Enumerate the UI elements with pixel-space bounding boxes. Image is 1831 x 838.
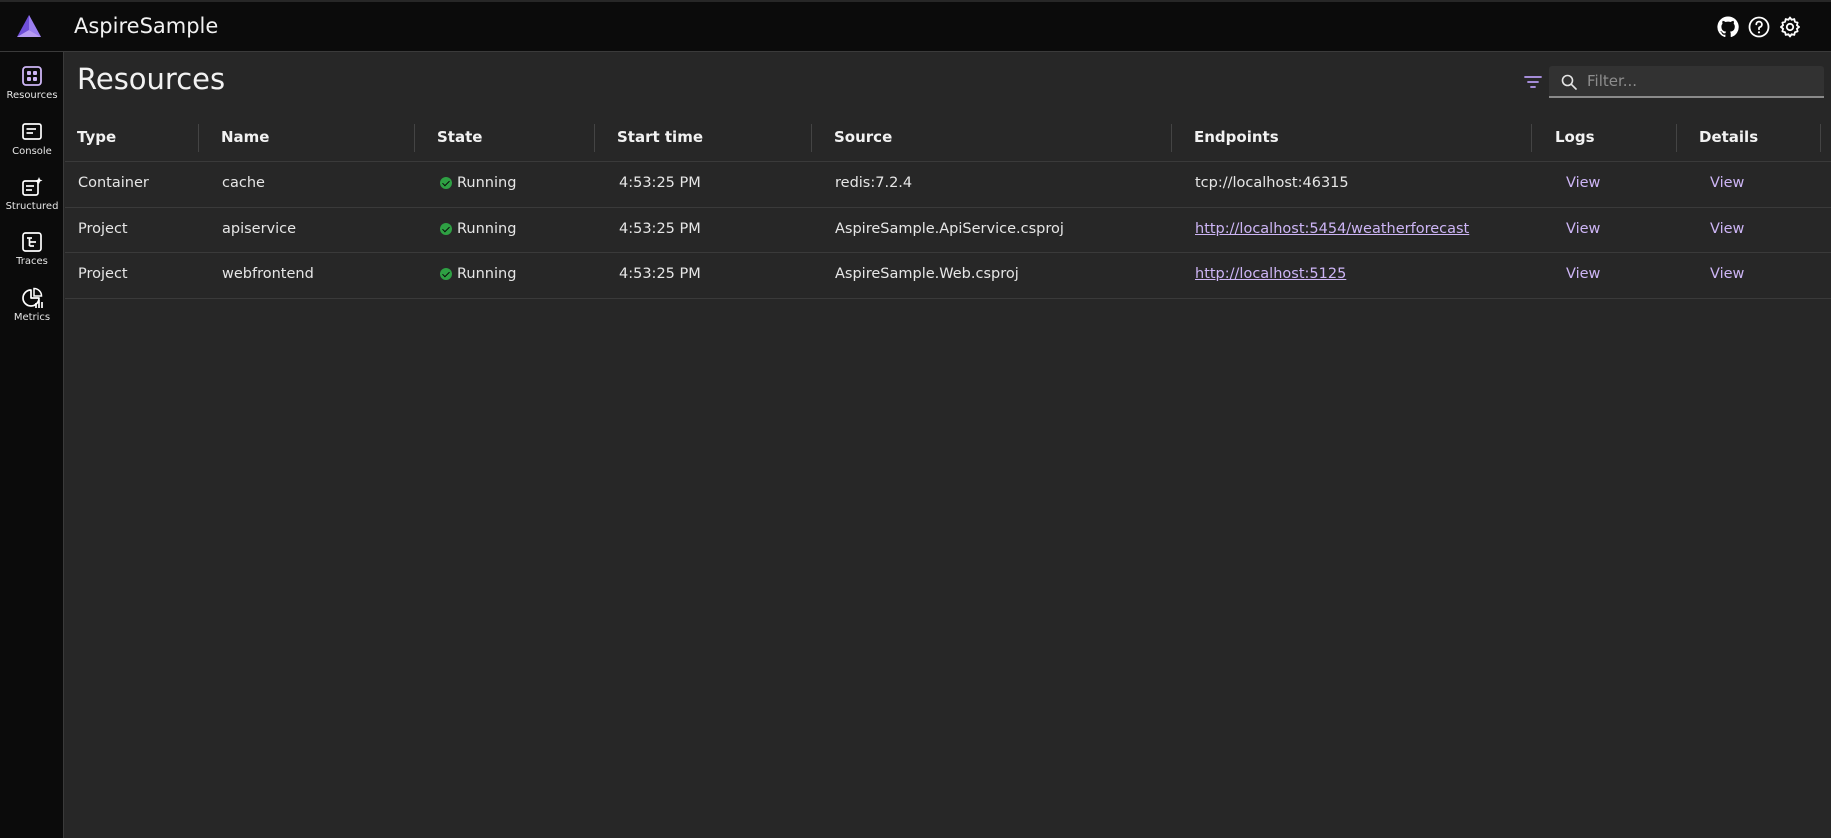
cell-name: cache [222, 175, 265, 191]
cell-name: webfrontend [222, 266, 314, 282]
logs-view-link[interactable]: View [1566, 221, 1600, 237]
cell-type: Project [78, 266, 128, 282]
endpoint-link[interactable]: http://localhost:5125 [1195, 266, 1346, 282]
sidebar-item-label: Resources [6, 90, 58, 101]
table-row: Project webfrontend Running 4:53:25 PM A… [65, 253, 1831, 299]
column-header-name[interactable]: Name [221, 128, 269, 146]
cell-start-time: 4:53:25 PM [619, 175, 701, 191]
column-divider[interactable] [1676, 124, 1677, 152]
cell-start-time: 4:53:25 PM [619, 220, 701, 237]
sidebar-item-metrics[interactable]: Metrics [0, 278, 64, 330]
column-header-source[interactable]: Source [834, 128, 892, 146]
sidebar: Resources Console Structured Traces Metr… [0, 52, 64, 838]
cell-state: Running [440, 175, 516, 191]
column-divider[interactable] [811, 124, 812, 152]
column-header-details[interactable]: Details [1699, 128, 1758, 146]
sidebar-item-label: Console [12, 146, 52, 157]
cell-source: AspireSample.ApiService.csproj [835, 220, 1064, 237]
running-status-icon [440, 268, 452, 280]
traces-icon [22, 232, 42, 252]
cell-type: Container [78, 175, 149, 191]
resources-icon [22, 66, 42, 86]
column-header-logs[interactable]: Logs [1555, 128, 1595, 146]
app-title: AspireSample [74, 14, 219, 38]
details-view-link[interactable]: View [1710, 266, 1744, 282]
structured-icon [22, 177, 43, 196]
filter-icon[interactable] [1523, 72, 1543, 92]
sidebar-item-label: Structured [5, 201, 59, 212]
endpoint-link[interactable]: http://localhost:5454/weatherforecast [1195, 221, 1469, 237]
cell-start-time: 4:53:25 PM [619, 266, 701, 282]
sidebar-item-label: Metrics [13, 312, 51, 323]
filter-input[interactable] [1587, 66, 1817, 96]
column-divider[interactable] [1820, 124, 1821, 152]
table-row: Project apiservice Running 4:53:25 PM As… [65, 208, 1831, 253]
column-header-type[interactable]: Type [77, 128, 116, 146]
metrics-icon [22, 287, 43, 308]
column-divider[interactable] [1171, 124, 1172, 152]
page-title: Resources [77, 62, 226, 96]
cell-state: Running [440, 221, 516, 237]
logs-view-link[interactable]: View [1566, 266, 1600, 282]
column-header-state[interactable]: State [437, 128, 482, 146]
logs-view-link[interactable]: View [1566, 175, 1600, 191]
column-divider[interactable] [1531, 124, 1532, 152]
column-header-endpoints[interactable]: Endpoints [1194, 128, 1279, 146]
cell-type: Project [78, 220, 128, 237]
cell-endpoint: tcp://localhost:46315 [1195, 175, 1349, 191]
sidebar-item-resources[interactable]: Resources [0, 56, 64, 108]
sidebar-item-label: Traces [16, 256, 48, 267]
sidebar-item-console[interactable]: Console [0, 112, 64, 164]
resources-table: Type Name State Start time Source Endpoi… [65, 114, 1831, 299]
sidebar-item-structured[interactable]: Structured [0, 167, 64, 219]
top-bar: AspireSample [0, 2, 1831, 52]
cell-name: apiservice [222, 220, 297, 237]
main-content: Resources Type Name State Start time Sou… [65, 52, 1831, 838]
column-divider[interactable] [414, 124, 415, 152]
search-icon [1561, 74, 1577, 90]
details-view-link[interactable]: View [1710, 221, 1744, 237]
running-status-icon [440, 177, 452, 189]
state-label: Running [457, 175, 517, 191]
table-header: Type Name State Start time Source Endpoi… [65, 114, 1831, 162]
aspire-logo-icon[interactable] [16, 14, 42, 38]
table-row: Container cache Running 4:53:25 PM redis… [65, 162, 1831, 208]
cell-source: AspireSample.Web.csproj [835, 266, 1019, 282]
column-divider[interactable] [198, 124, 199, 152]
console-icon [22, 123, 42, 140]
help-icon[interactable] [1747, 15, 1771, 39]
github-icon[interactable] [1716, 15, 1740, 39]
state-label: Running [457, 266, 517, 282]
running-status-icon [440, 222, 452, 235]
filter-search-box [1549, 66, 1824, 98]
settings-icon[interactable] [1778, 15, 1802, 39]
cell-state: Running [440, 266, 516, 282]
sidebar-item-traces[interactable]: Traces [0, 222, 64, 274]
column-header-start-time[interactable]: Start time [617, 128, 703, 146]
details-view-link[interactable]: View [1710, 175, 1744, 191]
state-label: Running [457, 220, 517, 237]
column-divider[interactable] [594, 124, 595, 152]
cell-source: redis:7.2.4 [835, 175, 913, 191]
